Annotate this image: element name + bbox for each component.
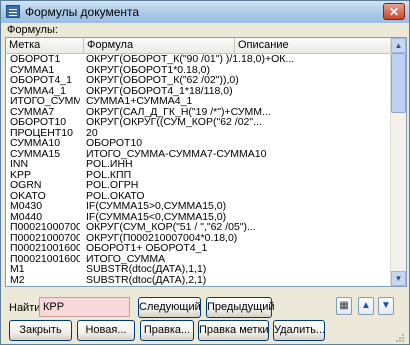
- cell-formula: ОБОРОТ1+ ОБОРОТ4_1: [86, 243, 208, 254]
- search-input[interactable]: [39, 297, 130, 317]
- edit-formula-button[interactable]: Правка...: [140, 320, 194, 341]
- cell-formula: IF(СУММА15>0,СУММА15,0): [86, 201, 227, 212]
- move-down-icon[interactable]: ▼: [378, 297, 394, 315]
- table-row[interactable]: П000210016004 ОБОРОТ1+ ОБОРОТ4_1: [6, 243, 390, 254]
- cell-label: СУММА15: [10, 148, 61, 160]
- table-row[interactable]: ОБОРОТ10 ОКРУГ(ОКРУГ((СУМ_КОР("62 /02"...: [6, 117, 390, 128]
- table-row[interactable]: ОБОРОТ4_1 ОКРУГ(ОБОРОТ_К("62 /02")),0): [6, 75, 390, 86]
- table-row[interactable]: ОБОРОТ1 ОКРУГ(ОБОРОТ_К("90 /01") )/1.18,0…: [6, 54, 390, 65]
- cell-formula: POL.КПП: [86, 169, 132, 181]
- cell-label: СУММА7: [10, 106, 55, 118]
- cell-formula: СУММА1+СУММА4_1: [86, 96, 193, 107]
- table-row[interactable]: OGRN POL.ОГРН: [6, 180, 390, 191]
- cell-formula: ОКРУГ(САЛ_Д_ГК_Н("19 /*")+СУММ...: [86, 106, 271, 118]
- table-row[interactable]: M0440 IF(СУММА15<0,СУММА15,0): [6, 212, 390, 223]
- title-bar[interactable]: Формулы документа ✕: [1, 1, 409, 23]
- table-row[interactable]: ПРОЦЕНТ10 20: [6, 128, 390, 139]
- close-button[interactable]: Закрыть: [9, 320, 72, 341]
- cell-label: M0430: [10, 201, 43, 212]
- column-header-description[interactable]: Описание: [235, 38, 390, 53]
- table-row[interactable]: ИТОГО_СУММА СУММА1+СУММА4_1: [6, 96, 390, 107]
- table-row[interactable]: СУММА7 ОКРУГ(САЛ_Д_ГК_Н("19 /*")+СУММ...: [6, 107, 390, 118]
- column-header-formula[interactable]: Формула: [84, 38, 235, 53]
- cell-formula: POL.ИНН: [86, 159, 133, 170]
- table-row[interactable]: П000210016006 ИТОГО_СУММА: [6, 254, 390, 265]
- table-row[interactable]: СУММА10 ОБОРОТ10: [6, 138, 390, 149]
- delete-formula-button[interactable]: Удалить...: [273, 320, 325, 341]
- table-row[interactable]: INN POL.ИНН: [6, 159, 390, 170]
- table-row[interactable]: СУММА4_1 ОКРУГ(ОБОРОТ4_1*18/118,0): [6, 86, 390, 97]
- export-icon[interactable]: ▦: [336, 297, 352, 315]
- cell-label: П000210016006: [10, 253, 80, 265]
- cell-label: INN: [10, 159, 29, 170]
- cell-formula: ИТОГО_СУММА-СУММА7-СУММА10: [86, 148, 267, 160]
- cell-formula: ОКРУГ(ОБОРОТ_К("62 /02")),0): [86, 75, 239, 86]
- cell-label: M2: [10, 274, 25, 286]
- cell-formula: ОБОРОТ10: [86, 138, 143, 149]
- cell-formula: ОКРУГ(ОБОРОТ1*0.18,0): [86, 64, 210, 76]
- table-row[interactable]: M2 SUBSTR(dtoc(ДАТА),2,1): [6, 275, 390, 286]
- cell-formula: SUBSTR(dtoc(ДАТА),2,1): [86, 274, 207, 286]
- cell-label: KPP: [10, 169, 32, 181]
- table-row[interactable]: M0430 IF(СУММА15>0,СУММА15,0): [6, 201, 390, 212]
- cell-formula: ОКРУГ(СУМ_КОР("51 / ","62 /05")...: [86, 222, 256, 233]
- formulas-table[interactable]: Метка Формула Описание ОБОРОТ1 ОКРУГ(ОБОР…: [5, 37, 407, 287]
- cell-label: П000210007006: [10, 232, 80, 244]
- edit-label-button[interactable]: Правка метки: [198, 320, 269, 341]
- close-window-button[interactable]: ✕: [383, 3, 405, 20]
- cell-formula: ИТОГО_СУММА: [86, 253, 166, 265]
- cell-label: СУММА10: [10, 138, 61, 149]
- vertical-scrollbar[interactable]: ▲ ▼: [390, 38, 406, 286]
- cell-label: ОБОРОТ1: [10, 54, 61, 65]
- resize-grip-icon[interactable]: [393, 331, 405, 343]
- cell-formula: SUBSTR(dtoc(ДАТА),1,1): [86, 264, 207, 275]
- cell-label: П000210007004: [10, 222, 80, 233]
- table-row[interactable]: П000210007006 ОКРУГ(П000210007004*0.18,0): [6, 233, 390, 244]
- cell-label: M0440: [10, 211, 43, 223]
- scroll-thumb[interactable]: [391, 53, 406, 113]
- cell-formula: ОКРУГ(ОБОРОТ_К("90 /01") )/1.18,0)+ОК...: [86, 54, 295, 65]
- table-row[interactable]: СУММА15 ИТОГО_СУММА-СУММА7-СУММА10: [6, 149, 390, 160]
- table-body: ОБОРОТ1 ОКРУГ(ОБОРОТ_К("90 /01") )/1.18,0…: [6, 54, 390, 286]
- find-next-button[interactable]: Следующий: [138, 297, 201, 318]
- table-row[interactable]: П000210007004 ОКРУГ(СУМ_КОР("51 / ","62 /…: [6, 222, 390, 233]
- new-formula-button[interactable]: Новая...: [77, 320, 135, 341]
- cell-label: ИТОГО_СУММА: [10, 96, 80, 107]
- cell-formula: POL.ОКАТО: [86, 190, 145, 202]
- cell-label: ОБОРОТ4_1: [10, 75, 72, 86]
- formulas-section-label: Формулы:: [7, 24, 58, 36]
- window-title: Формулы документа: [25, 5, 140, 19]
- cell-label: П000210016004: [10, 243, 80, 254]
- cell-label: СУММА1: [10, 64, 55, 76]
- table-row[interactable]: OKATO POL.ОКАТО: [6, 191, 390, 202]
- cell-label: OKATO: [10, 190, 46, 202]
- cell-label: OGRN: [10, 180, 42, 191]
- document-icon: [6, 5, 20, 18]
- cell-formula: ОКРУГ(П000210007004*0.18,0): [86, 232, 238, 244]
- cell-formula: IF(СУММА15<0,СУММА15,0): [86, 211, 227, 223]
- scroll-down-icon[interactable]: ▼: [391, 271, 406, 286]
- table-header: Метка Формула Описание: [6, 38, 390, 54]
- cell-label: ПРОЦЕНТ10: [10, 127, 73, 139]
- column-header-label[interactable]: Метка: [6, 38, 84, 53]
- scroll-up-icon[interactable]: ▲: [391, 38, 406, 53]
- cell-formula: ОКРУГ(ОКРУГ((СУМ_КОР("62 /02"...: [86, 117, 262, 128]
- cell-label: ОБОРОТ10: [10, 117, 67, 128]
- cell-label: СУММА4_1: [10, 85, 66, 97]
- table-row[interactable]: KPP POL.КПП: [6, 170, 390, 181]
- table-row[interactable]: СУММА1 ОКРУГ(ОБОРОТ1*0.18,0): [6, 65, 390, 76]
- cell-formula: ОКРУГ(ОБОРОТ4_1*18/118,0): [86, 85, 233, 97]
- formulas-window: Формулы документа ✕ Формулы: Метка Форму…: [0, 0, 410, 345]
- move-up-icon[interactable]: ▲: [358, 297, 374, 315]
- cell-formula: POL.ОГРН: [86, 180, 139, 191]
- table-row[interactable]: M1 SUBSTR(dtoc(ДАТА),1,1): [6, 264, 390, 275]
- cell-formula: 20: [86, 127, 98, 139]
- find-previous-button[interactable]: Предыдущий: [206, 297, 274, 318]
- cell-label: M1: [10, 264, 25, 275]
